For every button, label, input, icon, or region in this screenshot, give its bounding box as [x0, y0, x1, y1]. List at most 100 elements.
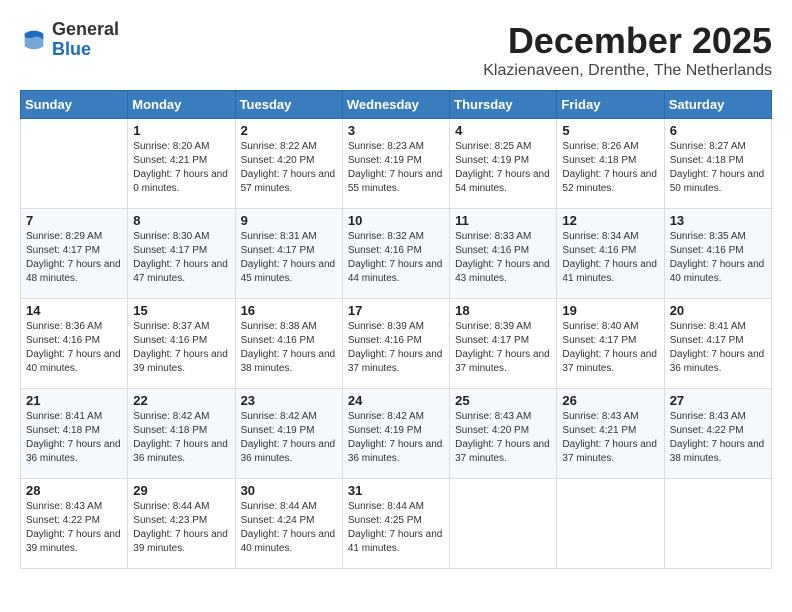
calendar-header: SundayMondayTuesdayWednesdayThursdayFrid…: [21, 91, 772, 119]
calendar-cell: [664, 479, 771, 569]
day-info: Sunrise: 8:27 AMSunset: 4:18 PMDaylight:…: [670, 140, 766, 196]
day-number: 19: [562, 303, 658, 318]
day-number: 13: [670, 213, 766, 228]
calendar-cell: 12 Sunrise: 8:34 AMSunset: 4:16 PMDaylig…: [557, 209, 664, 299]
weekday-header-thursday: Thursday: [450, 91, 557, 119]
day-info: Sunrise: 8:25 AMSunset: 4:19 PMDaylight:…: [455, 140, 551, 196]
weekday-header-monday: Monday: [128, 91, 235, 119]
weekday-header-saturday: Saturday: [664, 91, 771, 119]
day-info: Sunrise: 8:35 AMSunset: 4:16 PMDaylight:…: [670, 230, 766, 286]
calendar-cell: 10 Sunrise: 8:32 AMSunset: 4:16 PMDaylig…: [342, 209, 449, 299]
weekday-header-row: SundayMondayTuesdayWednesdayThursdayFrid…: [21, 91, 772, 119]
calendar-cell: 25 Sunrise: 8:43 AMSunset: 4:20 PMDaylig…: [450, 389, 557, 479]
day-number: 26: [562, 393, 658, 408]
calendar-cell: 23 Sunrise: 8:42 AMSunset: 4:19 PMDaylig…: [235, 389, 342, 479]
day-number: 6: [670, 123, 766, 138]
month-title: December 2025: [483, 20, 772, 62]
calendar-body: 1 Sunrise: 8:20 AMSunset: 4:21 PMDayligh…: [21, 119, 772, 569]
calendar-cell: 14 Sunrise: 8:36 AMSunset: 4:16 PMDaylig…: [21, 299, 128, 389]
day-number: 31: [348, 483, 444, 498]
day-info: Sunrise: 8:43 AMSunset: 4:22 PMDaylight:…: [26, 500, 122, 556]
location: Klazienaveen, Drenthe, The Netherlands: [483, 62, 772, 80]
day-number: 3: [348, 123, 444, 138]
calendar-cell: 11 Sunrise: 8:33 AMSunset: 4:16 PMDaylig…: [450, 209, 557, 299]
calendar-cell: [450, 479, 557, 569]
calendar-cell: [557, 479, 664, 569]
day-info: Sunrise: 8:44 AMSunset: 4:23 PMDaylight:…: [133, 500, 229, 556]
logo: General Blue: [20, 20, 119, 60]
calendar-cell: 4 Sunrise: 8:25 AMSunset: 4:19 PMDayligh…: [450, 119, 557, 209]
day-info: Sunrise: 8:32 AMSunset: 4:16 PMDaylight:…: [348, 230, 444, 286]
logo-icon: [20, 26, 48, 54]
calendar-cell: 28 Sunrise: 8:43 AMSunset: 4:22 PMDaylig…: [21, 479, 128, 569]
calendar-cell: 6 Sunrise: 8:27 AMSunset: 4:18 PMDayligh…: [664, 119, 771, 209]
day-number: 16: [241, 303, 337, 318]
title-block: December 2025 Klazienaveen, Drenthe, The…: [483, 20, 772, 80]
day-number: 12: [562, 213, 658, 228]
week-row-1: 1 Sunrise: 8:20 AMSunset: 4:21 PMDayligh…: [21, 119, 772, 209]
calendar-cell: 26 Sunrise: 8:43 AMSunset: 4:21 PMDaylig…: [557, 389, 664, 479]
week-row-4: 21 Sunrise: 8:41 AMSunset: 4:18 PMDaylig…: [21, 389, 772, 479]
calendar-cell: 8 Sunrise: 8:30 AMSunset: 4:17 PMDayligh…: [128, 209, 235, 299]
day-info: Sunrise: 8:22 AMSunset: 4:20 PMDaylight:…: [241, 140, 337, 196]
calendar-cell: 31 Sunrise: 8:44 AMSunset: 4:25 PMDaylig…: [342, 479, 449, 569]
day-info: Sunrise: 8:20 AMSunset: 4:21 PMDaylight:…: [133, 140, 229, 196]
day-info: Sunrise: 8:33 AMSunset: 4:16 PMDaylight:…: [455, 230, 551, 286]
calendar-cell: 22 Sunrise: 8:42 AMSunset: 4:18 PMDaylig…: [128, 389, 235, 479]
calendar-cell: 2 Sunrise: 8:22 AMSunset: 4:20 PMDayligh…: [235, 119, 342, 209]
day-number: 30: [241, 483, 337, 498]
day-number: 5: [562, 123, 658, 138]
day-number: 14: [26, 303, 122, 318]
week-row-2: 7 Sunrise: 8:29 AMSunset: 4:17 PMDayligh…: [21, 209, 772, 299]
calendar-cell: 27 Sunrise: 8:43 AMSunset: 4:22 PMDaylig…: [664, 389, 771, 479]
day-number: 4: [455, 123, 551, 138]
week-row-5: 28 Sunrise: 8:43 AMSunset: 4:22 PMDaylig…: [21, 479, 772, 569]
day-number: 29: [133, 483, 229, 498]
day-info: Sunrise: 8:44 AMSunset: 4:24 PMDaylight:…: [241, 500, 337, 556]
calendar-cell: [21, 119, 128, 209]
day-info: Sunrise: 8:34 AMSunset: 4:16 PMDaylight:…: [562, 230, 658, 286]
calendar-cell: 24 Sunrise: 8:42 AMSunset: 4:19 PMDaylig…: [342, 389, 449, 479]
day-number: 2: [241, 123, 337, 138]
day-number: 8: [133, 213, 229, 228]
calendar-cell: 20 Sunrise: 8:41 AMSunset: 4:17 PMDaylig…: [664, 299, 771, 389]
day-info: Sunrise: 8:41 AMSunset: 4:17 PMDaylight:…: [670, 320, 766, 376]
calendar-cell: 9 Sunrise: 8:31 AMSunset: 4:17 PMDayligh…: [235, 209, 342, 299]
day-number: 23: [241, 393, 337, 408]
day-info: Sunrise: 8:38 AMSunset: 4:16 PMDaylight:…: [241, 320, 337, 376]
calendar-cell: 5 Sunrise: 8:26 AMSunset: 4:18 PMDayligh…: [557, 119, 664, 209]
day-info: Sunrise: 8:43 AMSunset: 4:20 PMDaylight:…: [455, 410, 551, 466]
day-info: Sunrise: 8:39 AMSunset: 4:16 PMDaylight:…: [348, 320, 444, 376]
calendar-cell: 7 Sunrise: 8:29 AMSunset: 4:17 PMDayligh…: [21, 209, 128, 299]
page-header: General Blue December 2025 Klazienaveen,…: [20, 20, 772, 80]
day-number: 18: [455, 303, 551, 318]
day-info: Sunrise: 8:29 AMSunset: 4:17 PMDaylight:…: [26, 230, 122, 286]
calendar-cell: 21 Sunrise: 8:41 AMSunset: 4:18 PMDaylig…: [21, 389, 128, 479]
day-number: 27: [670, 393, 766, 408]
day-number: 10: [348, 213, 444, 228]
day-number: 1: [133, 123, 229, 138]
day-number: 11: [455, 213, 551, 228]
day-info: Sunrise: 8:36 AMSunset: 4:16 PMDaylight:…: [26, 320, 122, 376]
calendar-cell: 19 Sunrise: 8:40 AMSunset: 4:17 PMDaylig…: [557, 299, 664, 389]
day-info: Sunrise: 8:31 AMSunset: 4:17 PMDaylight:…: [241, 230, 337, 286]
day-number: 7: [26, 213, 122, 228]
calendar-cell: 16 Sunrise: 8:38 AMSunset: 4:16 PMDaylig…: [235, 299, 342, 389]
day-info: Sunrise: 8:23 AMSunset: 4:19 PMDaylight:…: [348, 140, 444, 196]
day-info: Sunrise: 8:37 AMSunset: 4:16 PMDaylight:…: [133, 320, 229, 376]
day-info: Sunrise: 8:30 AMSunset: 4:17 PMDaylight:…: [133, 230, 229, 286]
day-number: 17: [348, 303, 444, 318]
calendar-table: SundayMondayTuesdayWednesdayThursdayFrid…: [20, 90, 772, 569]
day-number: 22: [133, 393, 229, 408]
day-info: Sunrise: 8:26 AMSunset: 4:18 PMDaylight:…: [562, 140, 658, 196]
day-number: 28: [26, 483, 122, 498]
calendar-cell: 17 Sunrise: 8:39 AMSunset: 4:16 PMDaylig…: [342, 299, 449, 389]
calendar-cell: 30 Sunrise: 8:44 AMSunset: 4:24 PMDaylig…: [235, 479, 342, 569]
day-number: 24: [348, 393, 444, 408]
calendar-cell: 1 Sunrise: 8:20 AMSunset: 4:21 PMDayligh…: [128, 119, 235, 209]
day-info: Sunrise: 8:44 AMSunset: 4:25 PMDaylight:…: [348, 500, 444, 556]
weekday-header-friday: Friday: [557, 91, 664, 119]
logo-text: General Blue: [52, 20, 119, 60]
calendar-cell: 15 Sunrise: 8:37 AMSunset: 4:16 PMDaylig…: [128, 299, 235, 389]
calendar-cell: 29 Sunrise: 8:44 AMSunset: 4:23 PMDaylig…: [128, 479, 235, 569]
